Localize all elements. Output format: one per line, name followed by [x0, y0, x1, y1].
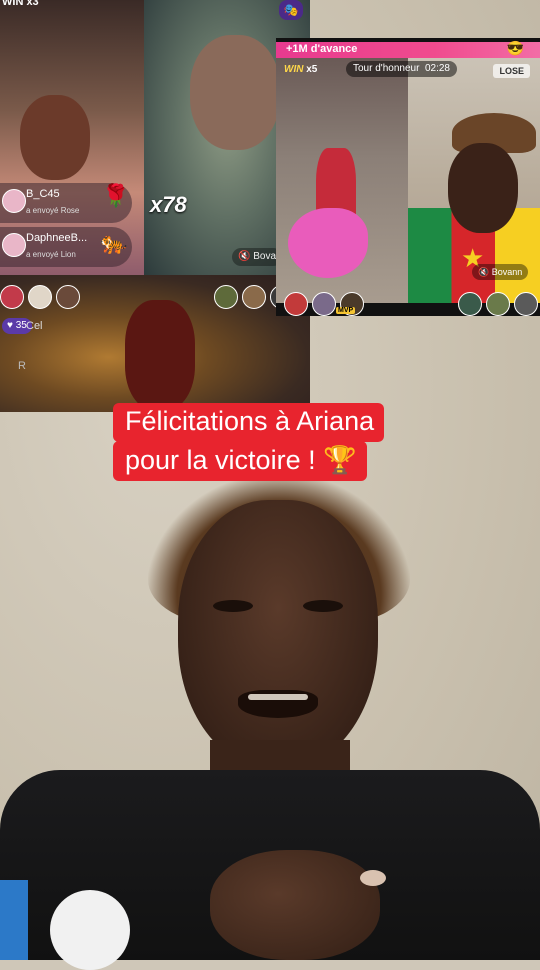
avatar	[312, 292, 336, 316]
chat-label: R	[18, 360, 26, 372]
gift-sender: B_C45	[26, 188, 60, 200]
avatar	[2, 189, 26, 213]
battle-screenshot-left: WIN x3 🎭 B_C45 a envoyé Rose 🌹 DaphneeB.…	[0, 0, 310, 412]
muted-user-tag: 🔇 Bovann	[472, 264, 529, 280]
avatar	[486, 292, 510, 316]
lead-banner: +1M d'avance 😎	[276, 40, 540, 58]
flamingo-float	[288, 208, 368, 278]
avatar	[28, 285, 52, 309]
streamer-face-b	[448, 143, 518, 233]
lion-mouth	[125, 300, 195, 410]
streamer-face-a	[20, 95, 90, 180]
blue-sleeve	[0, 880, 28, 960]
speaker-person	[0, 470, 540, 970]
avatar	[56, 285, 80, 309]
shirt-logo	[50, 890, 130, 970]
chat-label: Cel	[26, 320, 43, 332]
supporter-avatars	[0, 285, 80, 309]
mouth	[238, 690, 318, 718]
trophy-icon: 🏆	[323, 445, 357, 475]
rose-icon: 🌹	[102, 183, 130, 208]
avatar	[514, 292, 538, 316]
teeth	[248, 694, 308, 700]
win-count-label: WIN x5	[284, 64, 318, 75]
left-eye	[213, 600, 253, 612]
avatar	[0, 285, 24, 309]
battle-screenshot-right: +1M d'avance 😎 ★ WIN x5 Tour d'honneur 0…	[276, 38, 540, 316]
avatar	[2, 233, 26, 257]
fingernail	[360, 870, 386, 886]
win-count-label: WIN x3	[2, 0, 39, 8]
lion-gift-icon: 🐅	[100, 230, 128, 255]
mvp-badge: MVP	[336, 307, 356, 314]
mask-icon: 🎭	[279, 0, 303, 20]
caption-line-1: Félicitations à Ariana	[113, 403, 385, 442]
avatar	[284, 292, 308, 316]
face	[178, 500, 378, 770]
lose-badge: LOSE	[493, 64, 530, 78]
round-timer: Tour d'honneur 02:28	[346, 61, 457, 77]
pointing-hand	[210, 850, 386, 960]
right-eye	[303, 600, 343, 612]
muted-user-tag: 🔇 Bova	[232, 248, 283, 266]
sunglasses-emoji-icon: 😎	[506, 40, 524, 56]
caption-line-2: pour la victoire ! 🏆	[113, 441, 367, 481]
gift-multiplier: x78	[150, 192, 187, 217]
avatar	[214, 285, 238, 309]
gift-text: a envoyé Rose	[26, 206, 80, 215]
streamer-face-b	[190, 35, 280, 150]
gift-text: a envoyé Lion	[26, 250, 76, 259]
gift-sender: DaphneeB...	[26, 232, 88, 244]
avatar	[458, 292, 482, 316]
avatar	[242, 285, 266, 309]
lead-label: +1M d'avance	[286, 43, 358, 55]
supporter-avatars	[458, 292, 538, 316]
